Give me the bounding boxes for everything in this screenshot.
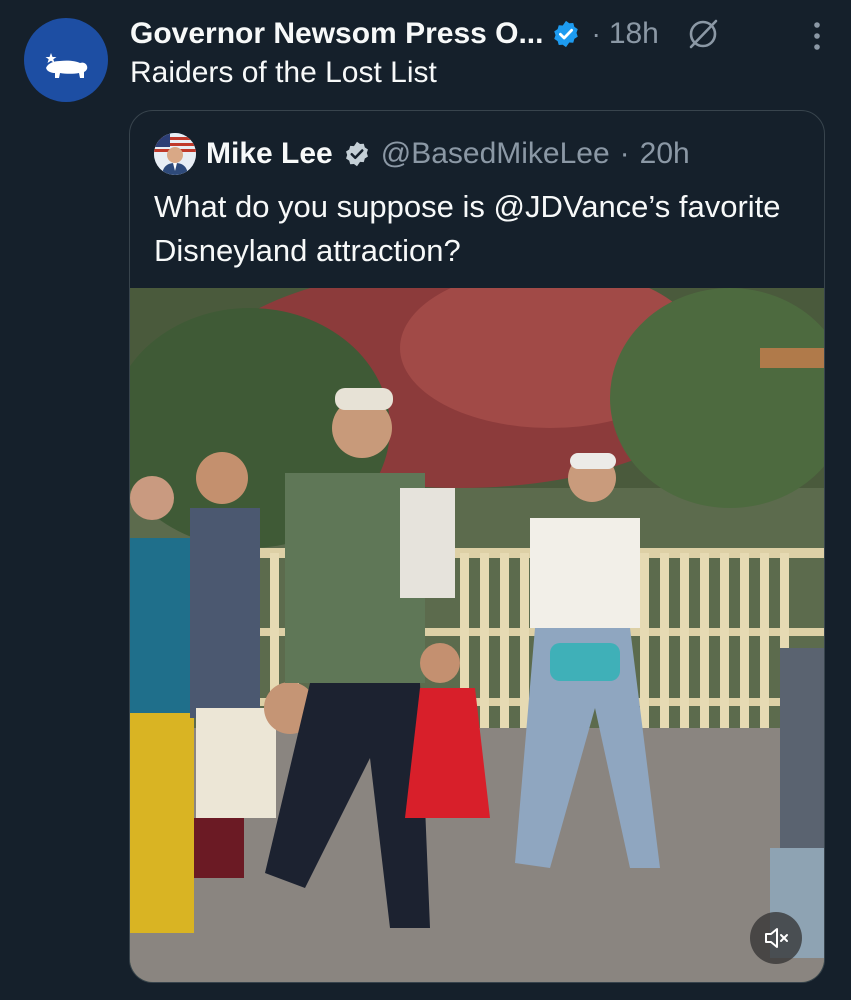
- author-avatar[interactable]: [24, 18, 108, 102]
- flag-portrait-icon: [154, 133, 196, 175]
- quoted-author-handle[interactable]: @BasedMikeLee: [381, 137, 610, 171]
- quoted-tweet-timestamp[interactable]: 20h: [640, 137, 690, 171]
- separator-dot: ·: [619, 137, 630, 170]
- quoted-author-avatar[interactable]: [154, 133, 196, 175]
- video-player[interactable]: [130, 288, 824, 982]
- verified-badge-icon[interactable]: [551, 19, 581, 49]
- video-frame: [130, 288, 824, 982]
- tweet-text: Raiders of the Lost List: [130, 56, 437, 89]
- california-bear-icon: [45, 53, 88, 78]
- quoted-tweet-text: What do you suppose is @JDVance’s favori…: [154, 189, 781, 268]
- quoted-tweet-card[interactable]: Mike Lee @BasedMikeLee · 20h What do you…: [129, 110, 825, 983]
- separator-dot: ·: [591, 18, 601, 49]
- grok-icon[interactable]: [685, 16, 721, 52]
- tweet-timestamp[interactable]: 18h: [609, 17, 659, 51]
- more-options-icon[interactable]: [807, 12, 827, 56]
- speaker-muted-icon: [765, 928, 788, 948]
- tweet-header: Governor Newsom Press O... · 18h: [130, 12, 831, 56]
- gray-verified-badge-icon[interactable]: [343, 140, 371, 168]
- quoted-author-name[interactable]: Mike Lee: [206, 137, 333, 171]
- mute-button[interactable]: [750, 912, 802, 964]
- quoted-tweet-header: Mike Lee @BasedMikeLee · 20h: [154, 133, 690, 175]
- author-name[interactable]: Governor Newsom Press O...: [130, 17, 543, 51]
